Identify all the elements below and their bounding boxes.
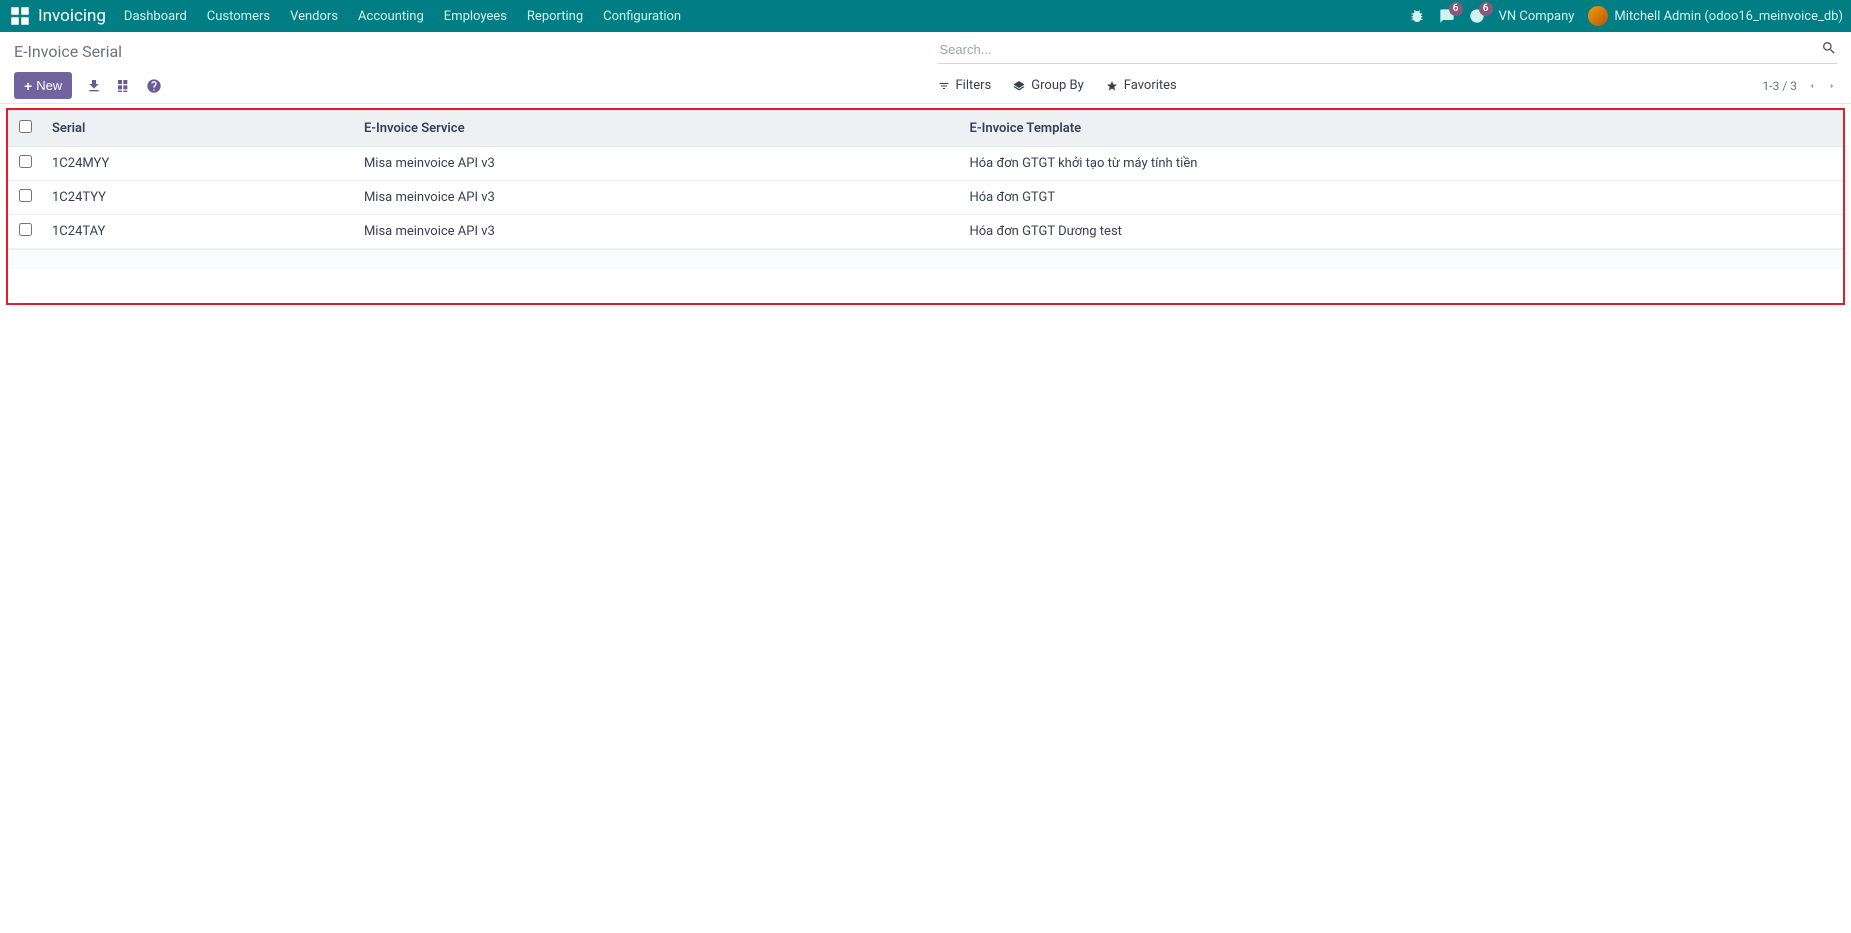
messages-badge: 6 [1449,2,1463,16]
plus-icon: + [24,79,32,93]
top-navbar: Invoicing Dashboard Customers Vendors Ac… [0,0,1851,32]
app-brand[interactable]: Invoicing [38,6,106,26]
avatar-icon [1588,6,1608,26]
pager-text: 1-3 / 3 [1763,79,1797,93]
navbar-right: 6 6 VN Company Mitchell Admin (odoo16_me… [1409,6,1843,26]
filter-bar: Filters Group By Favorites 1-3 / 3 [938,78,1838,93]
search-input[interactable] [938,38,1822,61]
filter-icon [938,80,950,92]
table-row[interactable]: 1C24TYY Misa meinvoice API v3 Hóa đơn GT… [8,181,1843,215]
row-checkbox[interactable] [19,223,32,236]
table-row[interactable]: 1C24TAY Misa meinvoice API v3 Hóa đơn GT… [8,215,1843,249]
th-service[interactable]: E-Invoice Service [354,111,960,147]
main-menu: Dashboard Customers Vendors Accounting E… [124,9,1409,24]
action-buttons: + New [14,72,914,99]
cell-template: Hóa đơn GTGT Dương test [959,215,1843,249]
cell-serial: 1C24MYY [42,147,354,181]
menu-vendors[interactable]: Vendors [290,9,338,24]
activities-badge: 6 [1479,2,1493,16]
search-icon[interactable] [1821,40,1837,60]
grid-view-button[interactable] [116,78,132,94]
th-serial[interactable]: Serial [42,111,354,147]
activities-icon[interactable]: 6 [1469,8,1485,24]
th-template[interactable]: E-Invoice Template [959,111,1843,147]
row-checkbox[interactable] [19,155,32,168]
layers-icon [1013,80,1025,92]
menu-customers[interactable]: Customers [207,9,270,24]
menu-employees[interactable]: Employees [444,9,507,24]
control-panel: E-Invoice Serial + New Filters [0,32,1851,104]
pager: 1-3 / 3 [1763,79,1837,93]
new-button[interactable]: + New [14,72,72,99]
records-table: Serial E-Invoice Service E-Invoice Templ… [8,110,1843,249]
select-all-checkbox[interactable] [19,120,32,133]
table-header-row: Serial E-Invoice Service E-Invoice Templ… [8,111,1843,147]
groupby-label: Group By [1031,78,1084,93]
bug-icon[interactable] [1409,8,1425,24]
user-name: Mitchell Admin (odoo16_meinvoice_db) [1614,9,1843,24]
cell-template: Hóa đơn GTGT khởi tạo từ máy tính tiền [959,147,1843,181]
cell-serial: 1C24TAY [42,215,354,249]
help-button[interactable] [146,78,162,94]
table-row[interactable]: 1C24MYY Misa meinvoice API v3 Hóa đơn GT… [8,147,1843,181]
cell-serial: 1C24TYY [42,181,354,215]
menu-accounting[interactable]: Accounting [358,9,424,24]
company-selector[interactable]: VN Company [1499,9,1575,24]
favorites-button[interactable]: Favorites [1106,78,1177,93]
cell-service: Misa meinvoice API v3 [354,181,960,215]
cell-template: Hóa đơn GTGT [959,181,1843,215]
export-button[interactable] [86,78,102,94]
menu-configuration[interactable]: Configuration [603,9,681,24]
menu-dashboard[interactable]: Dashboard [124,9,187,24]
pager-prev[interactable] [1807,79,1817,93]
menu-reporting[interactable]: Reporting [527,9,583,24]
star-icon [1106,80,1118,92]
table-footer-strip [8,249,1843,269]
filters-button[interactable]: Filters [938,78,992,93]
cell-service: Misa meinvoice API v3 [354,147,960,181]
user-menu[interactable]: Mitchell Admin (odoo16_meinvoice_db) [1588,6,1843,26]
page-title: E-Invoice Serial [14,42,914,61]
groupby-button[interactable]: Group By [1013,78,1084,93]
apps-icon[interactable] [10,6,30,26]
row-checkbox[interactable] [19,189,32,202]
records-table-highlight: Serial E-Invoice Service E-Invoice Templ… [6,108,1845,305]
new-button-label: New [36,78,62,93]
pager-next[interactable] [1827,79,1837,93]
cell-service: Misa meinvoice API v3 [354,215,960,249]
filters-label: Filters [956,78,992,93]
search-bar [938,38,1838,64]
favorites-label: Favorites [1124,78,1177,93]
messages-icon[interactable]: 6 [1439,8,1455,24]
